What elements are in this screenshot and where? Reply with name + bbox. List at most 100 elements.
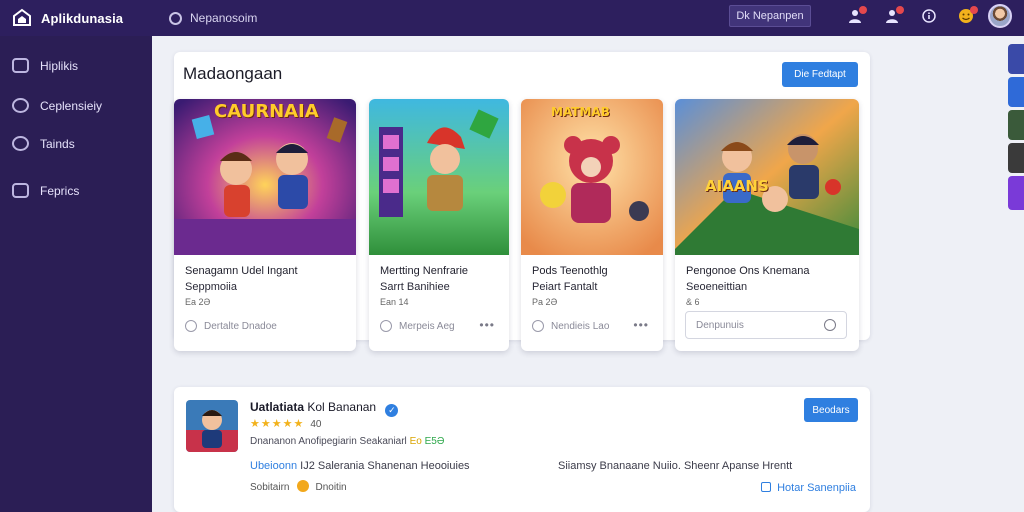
home-logo-icon	[13, 8, 31, 26]
details-text: IJ2 Salerania Shanenan Heooiuies	[300, 460, 470, 472]
game-art-image	[174, 99, 356, 255]
game-art-image	[369, 99, 509, 255]
sidebar-item-label: Tainds	[40, 136, 75, 151]
app-footer-row: Sobitairn Dnoitin	[250, 480, 347, 493]
help-icon[interactable]	[919, 6, 939, 26]
compass-icon	[12, 98, 29, 113]
game-thumbnail[interactable]	[369, 99, 509, 255]
grid-icon	[12, 183, 29, 198]
search-label: Nepanosoim	[190, 11, 258, 25]
game-footer-label: Dertalte Dnadoe	[204, 320, 277, 332]
app-name-suffix: Kol Bananan	[307, 400, 377, 414]
rating-stars: ★★★★★ 40	[250, 417, 321, 430]
section-action-button[interactable]: Die Fedtapt	[782, 62, 858, 87]
game-title: Mertting Nenfrarie	[380, 265, 469, 277]
rail-tab[interactable]	[1008, 77, 1024, 107]
star-icons: ★★★★★	[250, 418, 305, 430]
game-thumbnail[interactable]: CAURNAIA	[174, 99, 356, 255]
bottom-link[interactable]: Hotar Sanenpiia	[761, 482, 856, 494]
rail-tab[interactable]	[1008, 110, 1024, 140]
game-subtitle: Seoeneittian	[686, 281, 748, 293]
game-thumbnail[interactable]: MATMAB	[521, 99, 663, 255]
game-card-0[interactable]: CAURNAIA Senagamn Udel Ingant Seppmoiia …	[174, 99, 356, 351]
game-card-3[interactable]: AIAANS Pengonoe Ons Knemana Seoeneittian…	[675, 99, 859, 351]
game-search-field[interactable]: Denpunuis	[685, 311, 847, 339]
app-name-main: Uatlatiata	[250, 400, 305, 414]
tag-badge: Eo	[409, 436, 422, 447]
app-description: Dnananon Anofipegiarin Seakaniarl Eo E5Ə	[250, 436, 444, 447]
game-footer[interactable]: Dertalte Dnadoe	[185, 320, 277, 332]
user-avatar[interactable]	[988, 4, 1012, 28]
app-name: Aplikdunasia	[41, 10, 124, 26]
game-art-title: CAURNAIA	[214, 101, 319, 122]
game-art-title: MATMAB	[551, 105, 610, 119]
top-search[interactable]: Nepanosoim	[169, 11, 257, 25]
top-actions: Dk Nepanpen	[729, 4, 1012, 28]
game-footer-label: Merpeis Aeg	[399, 320, 455, 332]
install-button[interactable]: Beodars	[804, 398, 858, 422]
right-rail	[1008, 44, 1024, 213]
more-options-icon[interactable]: •••	[479, 318, 495, 332]
app-icon-image	[186, 400, 238, 452]
sidebar-item-2[interactable]: Tainds	[12, 136, 75, 151]
rail-tab[interactable]	[1008, 143, 1024, 173]
game-card-1[interactable]: Mertting Nenfrarie Sarrt Banihiee Ean 14…	[369, 99, 509, 351]
game-footer-label: Nendieis Lao	[551, 320, 610, 332]
game-meta: Pa 2Ə	[532, 297, 558, 307]
game-subtitle: Peiart Fantalt	[532, 281, 598, 293]
user-notification-icon[interactable]	[845, 6, 867, 26]
more-options-icon[interactable]: •••	[633, 318, 649, 332]
verified-icon: ✓	[385, 404, 399, 417]
game-title: Senagamn Udel Ingant	[185, 265, 298, 277]
game-art-image	[521, 99, 663, 255]
sidebar-item-label: Feprics	[40, 183, 80, 198]
sidebar-item-3[interactable]: Feprics	[12, 183, 79, 198]
top-bar: Aplikdunasia Nepanosoim Dk Nepanpen	[0, 0, 1024, 36]
notification-dot	[970, 6, 978, 14]
bottom-link-label: Hotar Sanenpiia	[777, 482, 856, 494]
emoji-status-icon[interactable]	[956, 6, 978, 26]
game-title: Pengonoe Ons Knemana	[686, 265, 810, 277]
sidebar-item-label: Hiplikis	[40, 58, 79, 73]
trend-icon	[12, 136, 29, 151]
app-name[interactable]: Uatlatiata Kol Bananan ✓	[250, 400, 399, 417]
details-link[interactable]: Ubeioonn	[250, 460, 297, 472]
top-action-button[interactable]: Dk Nepanpen	[729, 5, 811, 27]
app-details-row: Ubeioonn IJ2 Salerania Shanenan Heooiuie…	[250, 460, 470, 472]
rating-count: 40	[310, 419, 322, 430]
footer-left-text: Sobitairn	[250, 482, 290, 493]
app-listing-card: Uatlatiata Kol Bananan ✓ ★★★★★ 40 Dnanano…	[174, 387, 870, 512]
sidebar: Hiplikis Ceplensieiy Tainds Feprics	[0, 36, 152, 512]
sidebar-item-0[interactable]: Hiplikis	[12, 58, 78, 73]
notification-dot	[859, 6, 867, 14]
emoji-icon	[297, 480, 310, 492]
app-details-right: Siiamsy Bnanaane Nuiio. Sheenr Apanse Hr…	[558, 460, 793, 472]
game-title: Pods Teenothlg	[532, 265, 608, 277]
tag-badge: E5Ə	[424, 436, 445, 447]
footer-right-text: Dnoitin	[315, 482, 347, 493]
game-meta: Ea 2Ə	[185, 297, 211, 307]
layers-icon	[12, 58, 29, 73]
notification-dot	[896, 6, 904, 14]
search-icon	[169, 11, 182, 25]
description-text: Dnananon Anofipegiarin Seakaniarl	[250, 436, 407, 447]
calendar-icon	[761, 482, 772, 492]
game-subtitle: Sarrt Banihiee	[380, 281, 450, 293]
people-icon[interactable]	[882, 6, 904, 26]
game-meta: & 6	[686, 297, 700, 307]
brand[interactable]: Aplikdunasia	[0, 8, 152, 28]
game-footer[interactable]: Merpeis Aeg	[380, 320, 455, 332]
sidebar-item-1[interactable]: Ceplensieiy	[12, 98, 102, 113]
game-thumbnail[interactable]: AIAANS	[675, 99, 859, 255]
game-card-2[interactable]: MATMAB Pods Teenothlg Peiart Fantalt Pa …	[521, 99, 663, 351]
app-icon[interactable]	[186, 400, 238, 452]
rail-tab[interactable]	[1008, 176, 1024, 210]
game-art-title: AIAANS	[705, 177, 769, 195]
section-title: Madaongaan	[183, 64, 283, 83]
game-footer[interactable]: Nendieis Lao	[532, 320, 609, 332]
search-icon[interactable]	[824, 319, 836, 331]
rail-tab[interactable]	[1008, 44, 1024, 74]
info-icon	[185, 320, 197, 332]
game-subtitle: Seppmoiia	[185, 281, 237, 293]
sidebar-item-label: Ceplensieiy	[40, 98, 103, 113]
